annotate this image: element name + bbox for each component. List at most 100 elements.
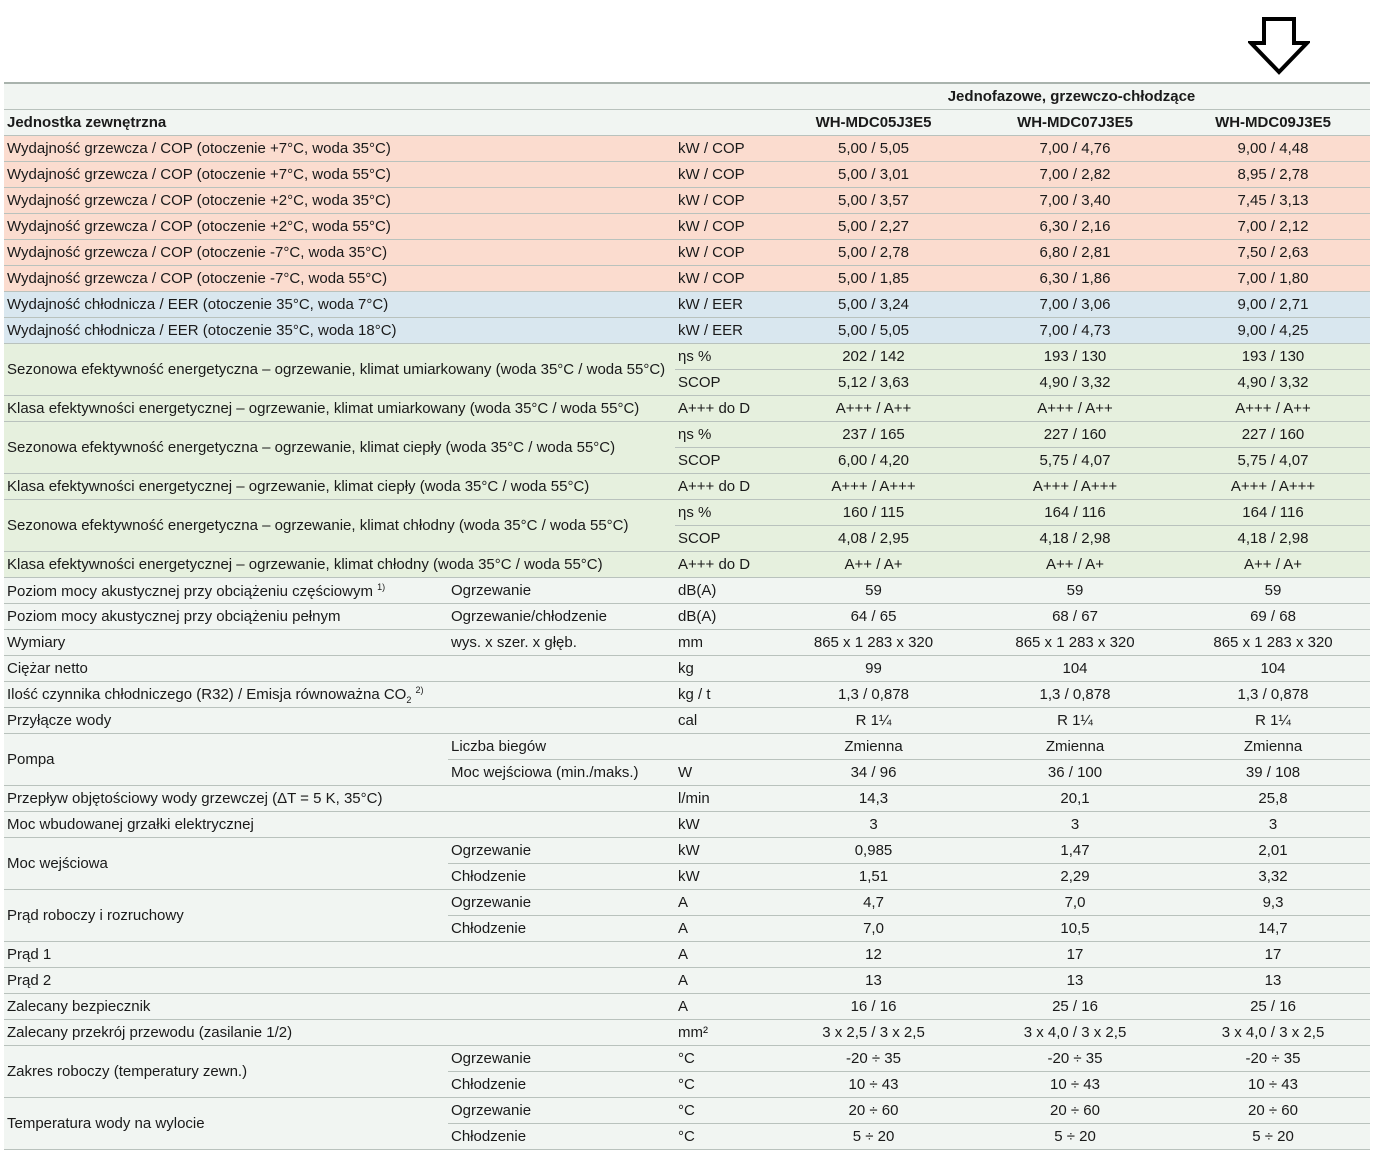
value-cell: 4,08 / 2,95 — [773, 525, 974, 552]
value-cell: R 1¼ — [1176, 707, 1371, 734]
value-cell: 3 x 4,0 / 3 x 2,5 — [974, 1019, 1176, 1046]
value-cell: 1,47 — [974, 837, 1176, 864]
value-cell: 69 / 68 — [1176, 603, 1371, 630]
row-label: Wydajność grzewcza / COP (otoczenie +7°C… — [4, 135, 675, 162]
value-cell: 17 — [1176, 941, 1371, 968]
value-cell: 12 — [773, 941, 974, 968]
sub-label: wys. x szer. x głęb. — [448, 629, 675, 656]
spec-table-container: Jednofazowe, grzewczo-chłodzące Jednostk… — [4, 82, 1371, 1150]
label-text: Poziom mocy akustycznej przy obciążeniu … — [7, 582, 373, 600]
value-cell: 10 ÷ 43 — [974, 1071, 1176, 1098]
row-label: Wydajność grzewcza / COP (otoczenie +7°C… — [4, 161, 675, 188]
value-cell: 7,00 / 4,76 — [974, 135, 1176, 162]
unit-cell: A+++ do D — [675, 473, 773, 500]
unit-cell: kW / COP — [675, 135, 773, 162]
unit-cell: A — [675, 915, 773, 942]
value-cell: 7,0 — [974, 889, 1176, 916]
spec-row: Poziom mocy akustycznej przy obciążeniu … — [4, 603, 1371, 630]
value-cell: 5,00 / 3,01 — [773, 161, 974, 188]
row-label: Zakres roboczy (temperatury zewn.) — [4, 1045, 448, 1098]
unit-row-label: Jednostka zewnętrzna — [4, 109, 773, 136]
row-label: Wydajność chłodnicza / EER (otoczenie 35… — [4, 291, 675, 318]
spec-table: Jednofazowe, grzewczo-chłodzące Jednostk… — [4, 82, 1371, 1150]
value-cell: 164 / 116 — [974, 499, 1176, 526]
value-cell: 865 x 1 283 x 320 — [773, 629, 974, 656]
seasonal-row: Sezonowa efektywność energetyczna – ogrz… — [4, 499, 1371, 552]
value-cell: -20 ÷ 35 — [773, 1045, 974, 1072]
value-cell: 16 / 16 — [773, 993, 974, 1020]
cooling-row: Wydajność chłodnicza / EER (otoczenie 35… — [4, 317, 1371, 344]
row-label: Moc wejściowa — [4, 837, 448, 890]
spec-row: Przyłącze wody cal R 1¼ R 1¼ R 1¼ — [4, 707, 1371, 734]
seasonal-row: Sezonowa efektywność energetyczna – ogrz… — [4, 421, 1371, 474]
value-cell: 68 / 67 — [974, 603, 1176, 630]
value-cell: 6,80 / 2,81 — [974, 239, 1176, 266]
unit-cell: mm — [675, 629, 773, 656]
unit-cell: SCOP — [675, 525, 773, 552]
value-cell: A+++ / A+++ — [1176, 473, 1371, 500]
spec-row: Prąd 1 A 12 17 17 — [4, 941, 1371, 968]
value-cell: 202 / 142 — [773, 343, 974, 370]
row-label: Prąd 1 — [4, 941, 675, 968]
value-cell: 8,95 / 2,78 — [1176, 161, 1371, 188]
value-cell: 5,00 / 5,05 — [773, 317, 974, 344]
value-cell: 99 — [773, 655, 974, 682]
value-cell: 10 ÷ 43 — [773, 1071, 974, 1098]
row-label: Prąd 2 — [4, 967, 675, 994]
spec-row: Przepływ objętościowy wody grzewczej (ΔT… — [4, 785, 1371, 812]
row-label: Temperatura wody na wylocie — [4, 1097, 448, 1150]
value-cell: 5,12 / 3,63 — [773, 369, 974, 396]
value-cell: 4,18 / 2,98 — [1176, 525, 1371, 552]
spec-row: Moc wbudowanej grzałki elektrycznej kW 3 3 3 — [4, 811, 1371, 838]
row-label: Sezonowa efektywność energetyczna – ogrz… — [4, 499, 675, 552]
value-cell: 6,00 / 4,20 — [773, 447, 974, 474]
row-label: Klasa efektywności energetycznej – ogrze… — [4, 551, 675, 578]
row-label: Poziom mocy akustycznej przy obciążeniu … — [4, 603, 448, 630]
row-label: Ciężar netto — [4, 655, 675, 682]
sub-label: Ogrzewanie/chłodzenie — [448, 603, 675, 630]
energy-class-row: Klasa efektywności energetycznej – ogrze… — [4, 473, 1371, 500]
value-cell: 4,7 — [773, 889, 974, 916]
value-cell: A+++ / A+++ — [974, 473, 1176, 500]
unit-cell: A — [675, 967, 773, 994]
value-cell: 1,3 / 0,878 — [1176, 681, 1371, 708]
value-cell: 2,29 — [974, 863, 1176, 890]
value-cell: Zmienna — [1176, 733, 1371, 760]
spec-row: Wymiary wys. x szer. x głęb. mm 865 x 1 283… — [4, 629, 1371, 656]
value-cell: 3 x 2,5 / 3 x 2,5 — [773, 1019, 974, 1046]
sub-label: Ogrzewanie — [448, 1045, 675, 1072]
value-cell: 7,50 / 2,63 — [1176, 239, 1371, 266]
row-label: Wydajność grzewcza / COP (otoczenie +2°C… — [4, 213, 675, 240]
value-cell: 3 — [1176, 811, 1371, 838]
heating-row: Wydajność grzewcza / COP (otoczenie +2°C… — [4, 187, 1371, 214]
value-cell: 9,00 / 2,71 — [1176, 291, 1371, 318]
row-label: Ilość czynnika chłodniczego (R32) / Emis… — [4, 681, 675, 708]
unit-cell: cal — [675, 707, 773, 734]
value-cell: 193 / 130 — [1176, 343, 1371, 370]
heating-row: Wydajność grzewcza / COP (otoczenie +7°C… — [4, 161, 1371, 188]
value-cell: 237 / 165 — [773, 421, 974, 448]
heating-row: Wydajność grzewcza / COP (otoczenie +2°C… — [4, 213, 1371, 240]
value-cell: 104 — [974, 655, 1176, 682]
value-cell: 3 — [773, 811, 974, 838]
value-cell: 164 / 116 — [1176, 499, 1371, 526]
spec-row: Ilość czynnika chłodniczego (R32) / Emis… — [4, 681, 1371, 708]
value-cell: 4,18 / 2,98 — [974, 525, 1176, 552]
value-cell: 5,75 / 4,07 — [1176, 447, 1371, 474]
value-cell: 1,3 / 0,878 — [974, 681, 1176, 708]
unit-cell: °C — [675, 1045, 773, 1072]
value-cell: 3,32 — [1176, 863, 1371, 890]
value-cell: Zmienna — [974, 733, 1176, 760]
row-label: Poziom mocy akustycznej przy obciążeniu … — [4, 577, 448, 604]
value-cell: 7,00 / 3,06 — [974, 291, 1176, 318]
value-cell: 39 / 108 — [1176, 759, 1371, 786]
sub-label: Ogrzewanie — [448, 889, 675, 916]
row-label: Sezonowa efektywność energetyczna – ogrz… — [4, 343, 675, 396]
unit-cell: kW / COP — [675, 161, 773, 188]
unit-cell: A — [675, 941, 773, 968]
value-cell: Zmienna — [773, 733, 974, 760]
heating-row: Wydajność grzewcza / COP (otoczenie -7°C… — [4, 239, 1371, 266]
sub-label: Liczba biegów — [448, 733, 675, 760]
unit-cell: A — [675, 993, 773, 1020]
value-cell: 104 — [1176, 655, 1371, 682]
